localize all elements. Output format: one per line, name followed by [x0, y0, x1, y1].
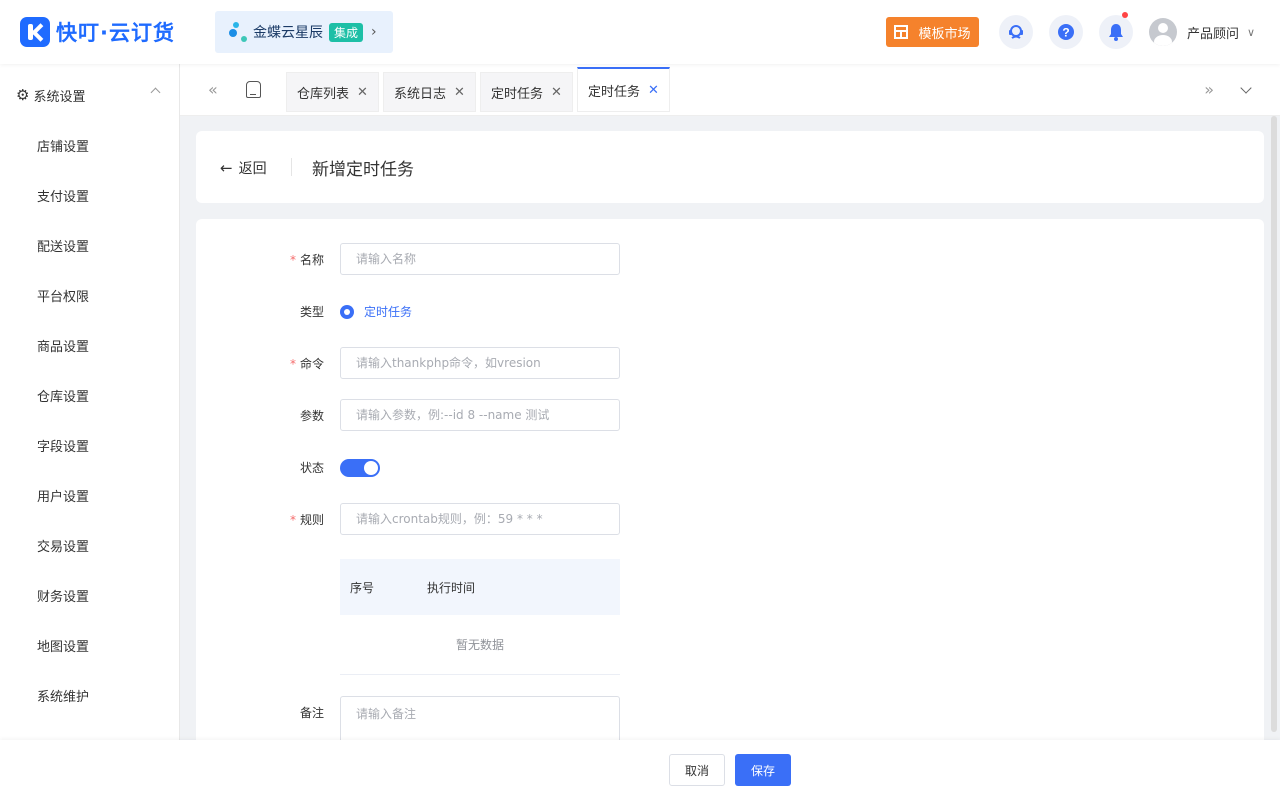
scroll-tabs-left-icon[interactable]: «: [208, 80, 218, 99]
layout-icon: [894, 25, 909, 39]
scroll-tabs-right-icon[interactable]: »: [1204, 80, 1214, 99]
integration-badge: 集成: [329, 22, 364, 42]
form-card: * 名称 请输入名称 类型 定时任务 * 命令 请输入thankphp命令，如vre…: [196, 219, 1264, 800]
sidebar-item-trade[interactable]: 交易设置: [37, 536, 89, 555]
chevron-up-icon: [150, 87, 161, 98]
sidebar-item-users[interactable]: 用户设置: [37, 486, 89, 505]
name-input[interactable]: 请输入名称: [340, 243, 620, 275]
table-empty-text: 暂无数据: [340, 615, 620, 675]
required-mark: *: [289, 513, 296, 527]
help-icon: ?: [1058, 24, 1074, 40]
gear-icon: ⚙: [16, 86, 30, 104]
avatar: [1149, 18, 1177, 46]
status-toggle[interactable]: [340, 459, 380, 477]
user-name: 产品顾问: [1187, 26, 1240, 42]
bell-icon: [1109, 24, 1123, 41]
sidebar-group-system-settings[interactable]: ⚙ 系统设置: [0, 80, 179, 110]
cancel-button[interactable]: 取消: [669, 754, 725, 786]
close-icon[interactable]: ✕: [454, 85, 465, 100]
save-button[interactable]: 保存: [735, 754, 791, 786]
tab-scheduled-tasks[interactable]: 定时任务 ✕: [480, 72, 573, 112]
chevron-down-icon: ∨: [1247, 25, 1256, 39]
customer-service-icon: [1009, 25, 1023, 39]
sidebar: ⚙ 系统设置 店铺设置 支付设置 配送设置 平台权限 商品设置 仓库设置 字段设…: [0, 64, 180, 800]
sidebar-item-delivery[interactable]: 配送设置: [37, 236, 89, 255]
chevron-right-icon: ›: [371, 24, 377, 40]
arrow-left-icon: ←: [220, 159, 233, 177]
home-tab-icon[interactable]: [246, 81, 261, 98]
help-button[interactable]: ?: [1049, 15, 1083, 49]
tab-scheduled-tasks-new[interactable]: 定时任务 ✕: [577, 67, 670, 112]
svg-text:?: ?: [1062, 26, 1069, 40]
command-input[interactable]: 请输入thankphp命令，如vresion: [340, 347, 620, 379]
tab-bar: « 仓库列表 ✕ 系统日志 ✕ 定时任务 ✕ 定时任务 ✕ »: [180, 64, 1280, 116]
sidebar-item-finance[interactable]: 财务设置: [37, 586, 89, 605]
tab-label: 定时任务: [588, 84, 641, 100]
table-header: 序号 执行时间: [340, 559, 620, 615]
back-label: 返回: [238, 161, 267, 177]
close-icon[interactable]: ✕: [357, 85, 368, 100]
remark-label: 备注: [299, 706, 324, 720]
page-header-card: ← 返回 新增定时任务: [196, 131, 1264, 203]
tab-label: 仓库列表: [297, 86, 350, 102]
sidebar-item-warehouse[interactable]: 仓库设置: [37, 386, 89, 405]
sidebar-item-fields[interactable]: 字段设置: [37, 436, 89, 455]
required-mark: *: [289, 253, 296, 267]
radio-checked-icon: [340, 304, 354, 319]
notification-dot: [1122, 12, 1128, 18]
customer-service-button[interactable]: [999, 15, 1033, 49]
rule-label: * 规则: [289, 513, 324, 527]
top-header: 快叮·云订货 金蝶云星辰 集成 › 模板市场 ? 产品顾问 ∨: [0, 0, 1280, 64]
type-option-label: 定时任务: [364, 305, 413, 319]
sidebar-item-store[interactable]: 店铺设置: [37, 136, 89, 155]
brand-logo-icon: [20, 17, 50, 47]
status-label: 状态: [299, 461, 324, 475]
required-mark: *: [289, 357, 296, 371]
name-label: * 名称: [289, 253, 324, 267]
sidebar-item-products[interactable]: 商品设置: [37, 336, 89, 355]
close-icon[interactable]: ✕: [551, 85, 562, 100]
notification-button[interactable]: [1099, 12, 1133, 49]
kingdee-integration-button[interactable]: 金蝶云星辰 集成 ›: [215, 11, 393, 53]
close-icon[interactable]: ✕: [648, 83, 659, 98]
back-button[interactable]: ← 返回: [220, 158, 267, 178]
brand-logo[interactable]: 快叮·云订货: [20, 17, 175, 47]
column-index: 序号: [350, 580, 375, 595]
kingdee-logo-icon: [229, 21, 249, 43]
column-exec-time: 执行时间: [427, 580, 476, 595]
tab-label: 定时任务: [491, 86, 544, 102]
params-input[interactable]: 请输入参数，例:--id 8 --name 测试: [340, 399, 620, 431]
scrollbar-thumb[interactable]: [1271, 116, 1277, 732]
command-label: * 命令: [289, 357, 324, 371]
params-label: 参数: [299, 409, 324, 423]
content-scrollbar[interactable]: [1270, 116, 1278, 740]
chevron-down-icon[interactable]: [1240, 82, 1252, 94]
user-menu[interactable]: 产品顾问 ∨: [1149, 18, 1255, 46]
template-market-button[interactable]: 模板市场: [886, 17, 979, 47]
sidebar-item-payment[interactable]: 支付设置: [37, 186, 89, 205]
tab-label: 系统日志: [394, 86, 447, 102]
divider: [291, 158, 292, 176]
page-title: 新增定时任务: [312, 160, 414, 180]
sidebar-item-permissions[interactable]: 平台权限: [37, 286, 89, 305]
sidebar-item-maintenance[interactable]: 系统维护: [37, 686, 89, 705]
type-label: 类型: [299, 305, 324, 319]
brand-name: 快叮·云订货: [56, 21, 175, 45]
tab-warehouse-list[interactable]: 仓库列表 ✕: [286, 72, 379, 112]
sidebar-group-title: 系统设置: [33, 89, 86, 105]
form-footer: 取消 保存: [0, 740, 1280, 800]
template-market-label: 模板市场: [918, 26, 971, 42]
tab-system-log[interactable]: 系统日志 ✕: [383, 72, 476, 112]
execution-time-table: 序号 执行时间 暂无数据: [340, 559, 620, 675]
sidebar-item-map[interactable]: 地图设置: [37, 636, 89, 655]
type-radio-scheduled[interactable]: 定时任务: [340, 303, 412, 320]
rule-input[interactable]: 请输入crontab规则，例：59 * * *: [340, 503, 620, 535]
integration-label: 金蝶云星辰: [253, 25, 323, 41]
